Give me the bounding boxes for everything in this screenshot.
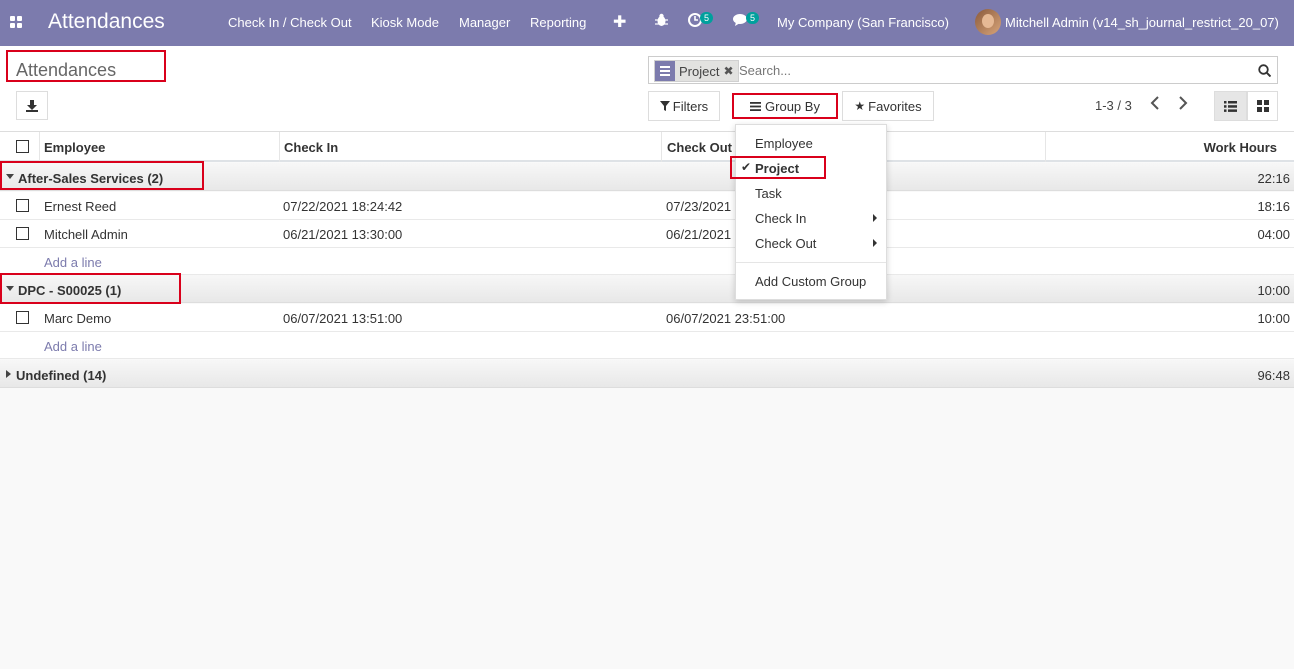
pager-next-button[interactable] [1178, 96, 1188, 115]
activity-count-badge: 5 [700, 12, 714, 24]
cell-employee: Marc Demo [44, 311, 112, 326]
cell-employee: Mitchell Admin [44, 227, 128, 242]
download-button[interactable] [16, 91, 48, 120]
kanban-view-button[interactable] [1247, 91, 1278, 121]
menu-kiosk-mode[interactable]: Kiosk Mode [371, 15, 439, 30]
group-by-dropdown: Employee ✔ Project Task Check In Check O… [735, 124, 887, 300]
filters-label: Filters [672, 98, 709, 114]
kanban-icon [1256, 100, 1269, 112]
pager-previous-button[interactable] [1150, 96, 1160, 115]
row-checkbox[interactable] [16, 311, 29, 324]
option-label: Task [755, 186, 782, 201]
group-by-option-task[interactable]: Task [736, 181, 886, 205]
cell-work-hours: 18:16 [1257, 199, 1290, 214]
cell-check-out: 07/23/2021 [666, 199, 732, 214]
group-label: Undefined (14) [16, 368, 107, 383]
menu-manager[interactable]: Manager [459, 15, 510, 30]
row-checkbox[interactable] [16, 199, 29, 212]
add-line-row: Add a line [0, 248, 1294, 275]
chevron-left-icon [1150, 96, 1159, 110]
highlight-box-group [0, 273, 181, 304]
cell-check-out: 06/21/2021 [666, 227, 732, 242]
caret-right-icon [6, 370, 11, 378]
favorites-label: Favorites [868, 98, 922, 114]
group-total: 10:00 [1257, 283, 1290, 298]
option-label: Employee [755, 136, 813, 151]
table-row[interactable]: Marc Demo 06/07/2021 13:51:00 06/07/2021… [0, 304, 1294, 332]
add-custom-group[interactable]: Add Custom Group [736, 269, 886, 293]
table-row[interactable]: Mitchell Admin 06/21/2021 13:30:00 06/21… [0, 220, 1294, 248]
column-employee[interactable]: Employee [44, 140, 105, 155]
search-icon[interactable] [1258, 64, 1271, 77]
group-total: 96:48 [1257, 368, 1290, 383]
table-header: Employee Check In Check Out Work Hours [0, 132, 1294, 162]
group-by-facet-icon [655, 61, 675, 81]
group-by-option-check-in[interactable]: Check In [736, 206, 886, 230]
caret-right-icon [873, 239, 877, 247]
highlight-box-title [6, 50, 166, 82]
dropdown-divider [736, 262, 886, 263]
filter-icon [659, 101, 670, 111]
favorites-button[interactable]: ★ Favorites [842, 91, 934, 121]
group-row[interactable]: DPC - S00025 (1) 10:00 [0, 275, 1294, 303]
message-count-badge: 5 [746, 12, 760, 24]
menu-reporting[interactable]: Reporting [530, 15, 586, 30]
column-work-hours[interactable]: Work Hours [1204, 140, 1277, 155]
option-label: Check Out [755, 236, 817, 251]
search-bar[interactable]: Project ✖ Search... [648, 56, 1278, 84]
menu-check-in-check-out[interactable]: Check In / Check Out [228, 15, 352, 30]
cell-check-in: 06/21/2021 13:30:00 [283, 227, 403, 242]
add-line-link[interactable]: Add a line [44, 339, 102, 354]
list-view-button[interactable] [1214, 91, 1247, 121]
add-line-row: Add a line [0, 332, 1294, 359]
table-row[interactable]: Ernest Reed 07/22/2021 18:24:42 07/23/20… [0, 192, 1294, 220]
group-by-button[interactable]: Group By [732, 93, 838, 119]
bug-icon[interactable] [655, 13, 668, 30]
list-icon [1224, 100, 1237, 112]
cell-check-out: 06/07/2021 23:51:00 [666, 311, 786, 326]
user-menu[interactable]: Mitchell Admin (v14_sh_journal_restrict_… [1005, 15, 1279, 30]
top-navbar: Attendances Check In / Check Out Kiosk M… [0, 0, 1294, 46]
option-label: Check In [755, 211, 807, 226]
search-input[interactable]: Search... [739, 63, 791, 78]
control-panel: Attendances Project ✖ Search... Filters … [0, 46, 1294, 132]
cell-employee: Ernest Reed [44, 199, 117, 214]
caret-right-icon [873, 214, 877, 222]
filters-button[interactable]: Filters [648, 91, 720, 121]
apps-grid-icon[interactable] [10, 16, 22, 28]
group-by-option-check-out[interactable]: Check Out [736, 231, 886, 255]
chevron-right-icon [1179, 96, 1188, 110]
group-total: 22:16 [1257, 171, 1290, 186]
select-all-checkbox[interactable] [16, 140, 29, 153]
company-switcher[interactable]: My Company (San Francisco) [777, 15, 949, 30]
bars-icon [750, 101, 762, 111]
cell-check-in: 07/22/2021 18:24:42 [283, 199, 403, 214]
download-icon [26, 99, 38, 112]
row-checkbox[interactable] [16, 227, 29, 240]
pager-value[interactable]: 1-3 / 3 [1095, 98, 1132, 113]
plus-icon[interactable]: ✚ [613, 12, 626, 32]
add-line-link[interactable]: Add a line [44, 255, 102, 270]
group-by-option-employee[interactable]: Employee [736, 131, 886, 155]
cell-check-in: 06/07/2021 13:51:00 [283, 311, 403, 326]
search-facet[interactable]: Project ✖ [654, 60, 739, 82]
highlight-box-project-option [730, 156, 826, 179]
cell-work-hours: 04:00 [1257, 227, 1290, 242]
facet-label: Project [679, 63, 720, 79]
user-avatar[interactable] [975, 9, 1001, 35]
group-by-label: Group By [765, 98, 820, 114]
cell-work-hours: 10:00 [1257, 311, 1290, 326]
star-icon: ★ [854, 99, 866, 113]
option-label: Add Custom Group [755, 274, 867, 289]
column-check-out[interactable]: Check Out [667, 140, 732, 155]
column-check-in[interactable]: Check In [284, 140, 338, 155]
group-row[interactable]: Undefined (14) 96:48 [0, 360, 1294, 388]
highlight-box-group [0, 161, 204, 190]
app-title[interactable]: Attendances [48, 10, 165, 34]
facet-remove-icon[interactable]: ✖ [723, 64, 737, 78]
